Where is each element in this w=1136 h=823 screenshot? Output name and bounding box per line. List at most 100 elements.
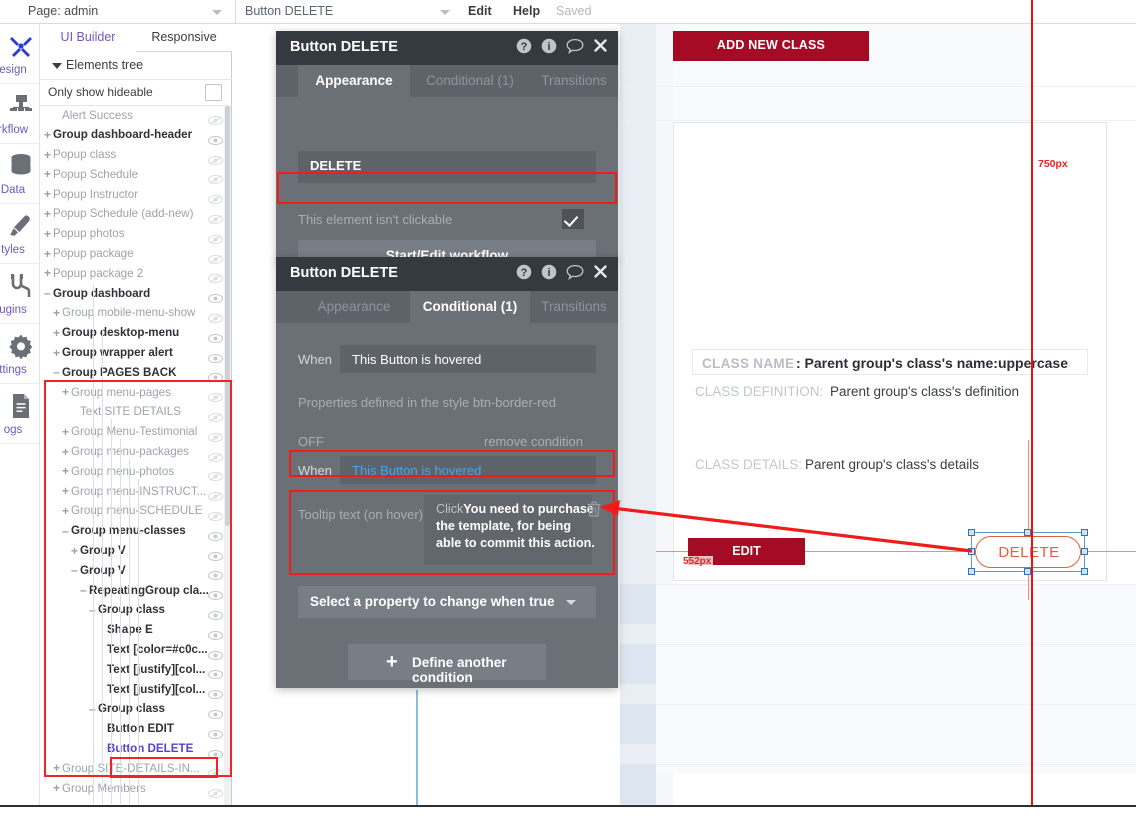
tree-toggle-icon[interactable]: + (44, 267, 51, 280)
visibility-eye-icon[interactable] (207, 508, 224, 521)
elements-tree-header[interactable]: Elements tree (40, 52, 232, 80)
tree-toggle-icon[interactable]: + (44, 168, 51, 181)
rail-item-styles[interactable]: tyles (0, 204, 39, 264)
chevron-down-icon[interactable] (440, 10, 450, 15)
tree-item[interactable]: + Popup package 2 (40, 264, 232, 284)
help-icon[interactable]: ? (516, 264, 532, 285)
tab-appearance[interactable]: Appearance (298, 291, 410, 323)
resize-handle-nw[interactable] (968, 529, 975, 536)
menu-help[interactable]: Help (513, 4, 540, 18)
comment-icon[interactable] (566, 38, 584, 59)
tree-toggle-icon[interactable]: + (53, 346, 60, 360)
tree-item[interactable]: – Group dashboard (40, 284, 232, 304)
visibility-eye-icon[interactable] (207, 765, 224, 779)
panel-header[interactable]: Button DELETE ? i (276, 257, 618, 291)
tree-toggle-icon[interactable]: – (53, 366, 60, 379)
tab-responsive[interactable]: Responsive (136, 24, 232, 51)
tree-toggle-icon[interactable]: + (62, 504, 69, 518)
tree-item[interactable]: + Group wrapper alert (40, 344, 232, 364)
remove-condition-link[interactable]: remove condition (484, 434, 583, 449)
tree-item[interactable]: + Group desktop-menu (40, 324, 232, 344)
tree-toggle-icon[interactable]: – (80, 584, 87, 597)
visibility-eye-icon[interactable] (207, 310, 224, 324)
help-icon[interactable]: ? (516, 38, 532, 59)
comment-icon[interactable] (566, 264, 584, 285)
visibility-eye-icon[interactable] (207, 251, 224, 264)
button-text-input[interactable]: DELETE (298, 151, 596, 183)
tree-toggle-icon[interactable]: + (71, 544, 78, 558)
tree-toggle-icon[interactable]: + (44, 227, 51, 241)
tree-item[interactable]: – Group V (40, 561, 232, 581)
tree-item[interactable]: Button EDIT (40, 720, 232, 740)
tree-toggle-icon[interactable]: + (62, 386, 69, 399)
tree-item-selected[interactable]: Button DELETE (40, 740, 232, 760)
tree-toggle-icon[interactable]: – (71, 564, 78, 577)
menu-edit[interactable]: Edit (468, 4, 492, 18)
visibility-eye-icon[interactable] (207, 171, 224, 185)
tree-item[interactable]: + Popup class (40, 146, 232, 166)
tree-toggle-icon[interactable]: + (44, 148, 51, 162)
tree-toggle-icon[interactable]: + (62, 465, 69, 478)
chevron-down-icon[interactable] (212, 10, 222, 15)
tree-item[interactable]: + Group mobile-menu-show (40, 304, 232, 324)
tree-toggle-icon[interactable]: + (44, 188, 51, 201)
tree-item[interactable]: + Group SITE-DETAILS-IN... (40, 759, 232, 779)
visibility-eye-icon[interactable] (207, 706, 224, 719)
tree-toggle-icon[interactable]: + (62, 445, 69, 459)
elements-tree-list[interactable]: Alert Success + Group dashboard-header + Pop… (40, 106, 232, 805)
tree-item[interactable]: + Group menu-pages (40, 383, 232, 403)
visibility-eye-icon[interactable] (207, 369, 224, 383)
tree-item[interactable]: + Group dashboard-header (40, 126, 232, 146)
visibility-eye-icon[interactable] (207, 429, 224, 442)
chevron-down-icon[interactable] (52, 63, 62, 69)
tree-item[interactable]: – RepeatingGroup cla... (40, 581, 232, 601)
tree-toggle-icon[interactable]: + (44, 128, 51, 142)
only-show-hideable-checkbox[interactable] (205, 84, 222, 101)
tree-item[interactable]: Text [color=#c0c... (40, 641, 232, 661)
info-icon[interactable]: i (541, 264, 557, 285)
visibility-eye-icon[interactable] (207, 686, 224, 700)
visibility-eye-icon[interactable] (207, 152, 224, 165)
tab-transitions[interactable]: Transitions (530, 65, 618, 97)
visibility-eye-icon[interactable] (207, 647, 224, 660)
conditional-property-editor[interactable]: Button DELETE ? i Appearance Conditional… (276, 257, 618, 688)
tree-item[interactable]: + Group menu-packages (40, 443, 232, 463)
visibility-eye-icon[interactable] (207, 270, 224, 284)
visibility-eye-icon[interactable] (207, 330, 224, 343)
close-icon[interactable] (593, 264, 608, 284)
tree-item[interactable]: + Group Menu-Testimonial (40, 423, 232, 443)
rail-item-design[interactable]: esign (0, 24, 39, 84)
panel-header[interactable]: Button DELETE ? i (276, 31, 618, 65)
resize-handle-ne[interactable] (1081, 529, 1088, 536)
when-condition-1[interactable]: This Button is hovered (340, 345, 596, 373)
tree-scrollbar[interactable] (224, 106, 231, 805)
tree-toggle-icon[interactable]: + (53, 306, 60, 320)
tab-appearance[interactable]: Appearance (298, 65, 410, 97)
select-property-dropdown[interactable]: Select a property to change when true (298, 586, 596, 618)
visibility-eye-icon[interactable] (207, 389, 224, 403)
visibility-eye-icon[interactable] (207, 211, 224, 225)
visibility-eye-icon[interactable] (207, 587, 224, 601)
tree-item[interactable]: + Popup Instructor (40, 185, 232, 205)
trash-icon[interactable] (586, 500, 602, 523)
visibility-eye-icon[interactable] (207, 627, 224, 640)
visibility-eye-icon[interactable] (207, 488, 224, 502)
tree-toggle-icon[interactable]: + (53, 762, 60, 775)
tree-item[interactable]: Text [justify][col... (40, 680, 232, 700)
tree-toggle-icon[interactable]: + (62, 425, 69, 439)
tree-item[interactable]: Text [justify][col... (40, 660, 232, 680)
visibility-eye-icon[interactable] (207, 785, 224, 799)
rail-item-data[interactable]: Data (0, 144, 39, 204)
tree-item[interactable]: + Popup package (40, 245, 232, 265)
tree-item[interactable]: + Group menu-photos (40, 462, 232, 482)
visibility-eye-icon[interactable] (207, 350, 224, 363)
tab-conditional[interactable]: Conditional (1) (410, 65, 530, 97)
tree-toggle-icon[interactable]: + (53, 782, 60, 795)
tree-toggle-icon[interactable]: – (62, 524, 69, 538)
chevron-down-icon[interactable] (566, 600, 576, 605)
visibility-eye-icon[interactable] (207, 607, 224, 620)
visibility-eye-icon[interactable] (207, 231, 224, 244)
tree-toggle-icon[interactable]: + (44, 207, 51, 221)
appearance-property-editor[interactable]: Button DELETE ? i Appearance Conditional… (276, 31, 618, 274)
tree-item[interactable]: Shape E (40, 621, 232, 641)
